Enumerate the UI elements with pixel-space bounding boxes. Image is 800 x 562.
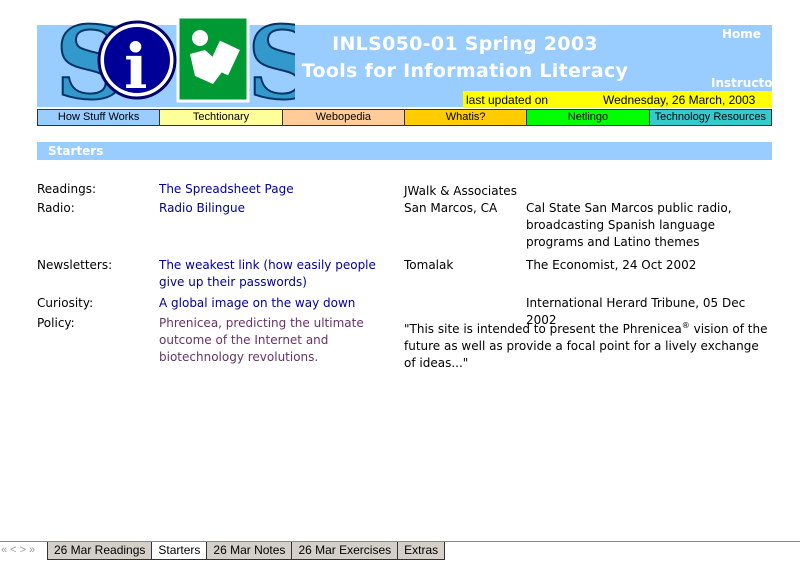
- row-category: Readings:: [37, 182, 97, 196]
- home-link[interactable]: Home: [722, 27, 761, 41]
- sheet-tab-bar: «< >» 26 Mar Readings Starters 26 Mar Not…: [0, 541, 800, 562]
- section-title-bar: Starters: [37, 142, 772, 160]
- row-description: The Economist, 24 Oct 2002: [526, 258, 697, 272]
- quote-text-start: "This site is intended to present the Ph…: [404, 322, 682, 336]
- content-row-newsletters: Newsletters: The weakest link (how easil…: [37, 257, 772, 293]
- nav-link-techtionary[interactable]: Techtionary: [160, 110, 283, 125]
- row-link[interactable]: A global image on the way down: [159, 295, 404, 312]
- tab-26-mar-notes[interactable]: 26 Mar Notes: [206, 542, 293, 560]
- tab-starters[interactable]: Starters: [151, 542, 208, 560]
- row-link[interactable]: The Spreadsheet Page: [159, 181, 404, 198]
- row-link[interactable]: The weakest link (how easily people give…: [159, 257, 404, 291]
- sheet-tabs: 26 Mar Readings Starters 26 Mar Notes 26…: [47, 542, 446, 560]
- row-description: Cal State San Marcos public radio, broad…: [526, 201, 732, 249]
- tab-extras[interactable]: Extras: [397, 542, 446, 560]
- page-title: INLS050-01 Spring 2003 Tools for Informa…: [300, 33, 630, 82]
- course-code-title: INLS050-01 Spring 2003: [332, 33, 598, 55]
- row-source: San Marcos, CA: [404, 201, 498, 215]
- prev-tab-icon[interactable]: <: [9, 544, 18, 556]
- sils-logo: S i S: [55, 14, 295, 106]
- row-category: Curiosity:: [37, 296, 94, 310]
- row-source: JWalk & Associates: [404, 184, 517, 198]
- tab-26-mar-readings[interactable]: 26 Mar Readings: [47, 542, 153, 560]
- course-name-title: Tools for Information Literacy: [301, 60, 629, 82]
- nav-link-how-stuff-works[interactable]: How Stuff Works: [38, 110, 161, 125]
- last-tab-icon[interactable]: »: [28, 544, 37, 556]
- tab-scroll-controls: «< >»: [0, 544, 37, 556]
- nav-link-netlingo[interactable]: Netlingo: [527, 110, 650, 125]
- row-link[interactable]: Phrenicea, predicting the ultimate outco…: [159, 315, 404, 366]
- registered-mark: ®: [681, 321, 690, 330]
- row-link[interactable]: Radio Bilingue: [159, 200, 404, 217]
- svg-text:S: S: [247, 14, 295, 106]
- last-updated-bar: last updated on Wednesday, 26 March, 200…: [463, 91, 772, 108]
- row-category: Newsletters:: [37, 258, 113, 272]
- row-source: Tomalak: [404, 258, 454, 272]
- content-row-curiosity: Curiosity: A global image on the way dow…: [37, 295, 772, 327]
- row-category: Radio:: [37, 201, 75, 215]
- next-tab-icon[interactable]: >: [19, 544, 28, 556]
- nav-link-webopedia[interactable]: Webopedia: [282, 110, 405, 125]
- instructor-link[interactable]: Instructor: [711, 76, 778, 90]
- reference-links-nav: How Stuff Works Techtionary Webopedia Wh…: [37, 109, 772, 126]
- first-tab-icon[interactable]: «: [0, 544, 9, 556]
- last-updated-date: Wednesday, 26 March, 2003: [603, 93, 756, 107]
- tab-26-mar-exercises[interactable]: 26 Mar Exercises: [291, 542, 399, 560]
- svg-text:i: i: [124, 30, 148, 103]
- content-row-policy: Policy: Phrenicea, predicting the ultima…: [37, 315, 772, 372]
- row-quote: "This site is intended to present the Ph…: [404, 317, 772, 372]
- row-category: Policy:: [37, 316, 75, 330]
- nav-link-whatis[interactable]: Whatis?: [404, 110, 528, 125]
- content-row-radio: Radio: Radio Bilingue San Marcos, CA Cal…: [37, 200, 772, 254]
- content-row-readings: Readings: The Spreadsheet Page JWalk & A…: [37, 181, 772, 198]
- last-updated-label: last updated on: [466, 93, 549, 107]
- nav-link-technology-resources[interactable]: Technology Resources: [649, 110, 771, 125]
